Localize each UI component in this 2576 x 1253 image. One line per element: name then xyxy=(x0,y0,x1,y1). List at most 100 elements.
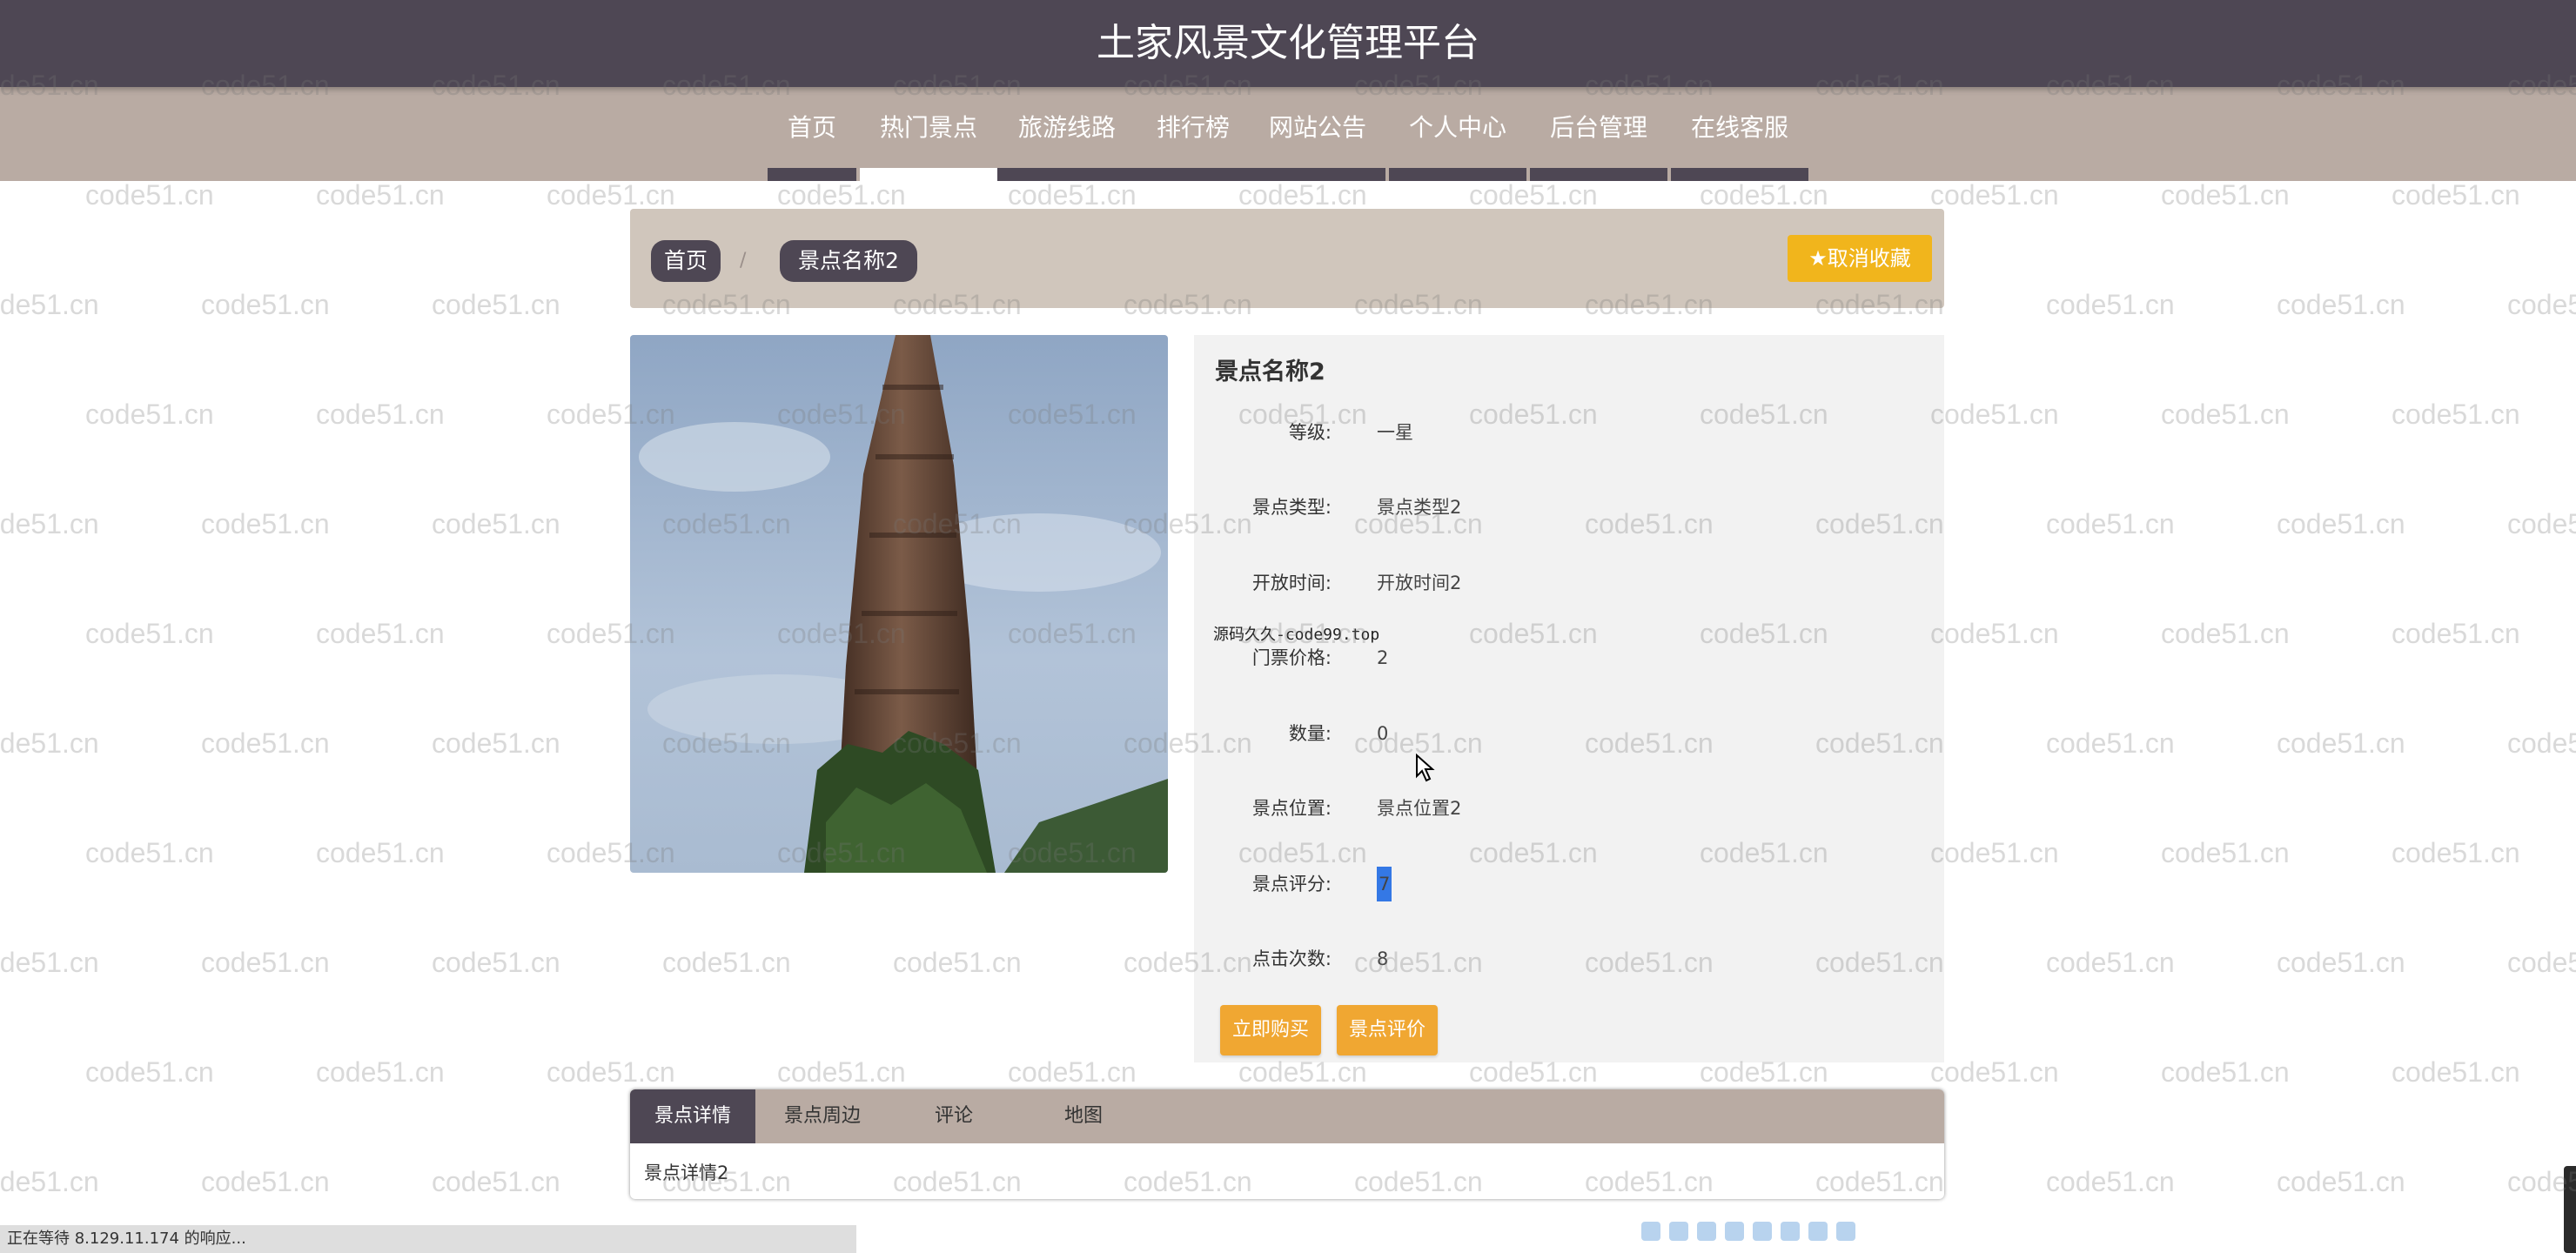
site-title: 土家风景文化管理平台 xyxy=(1097,21,1479,65)
field-quantity-label: 数量: xyxy=(1288,723,1332,744)
breadcrumb-home-link[interactable]: 首页 xyxy=(651,240,721,282)
nav-item-routes[interactable]: 旅游线路 xyxy=(997,87,1137,181)
watermark-text: code51.cn xyxy=(432,727,560,759)
watermark-text: code51.cn xyxy=(0,508,99,539)
browser-status-bar: 正在等待 8.129.11.174 的响应... xyxy=(0,1225,856,1253)
breadcrumb-separator: / xyxy=(740,250,747,271)
watermark-text: code51.cn xyxy=(316,837,445,868)
watermark-text: code51.cn xyxy=(1008,1056,1137,1088)
watermark-text: code51.cn xyxy=(316,1056,445,1088)
nav-item-ranking[interactable]: 排行榜 xyxy=(1137,87,1250,181)
watermark-text: code51.cn xyxy=(201,1166,330,1197)
field-type-value: 景点类型2 xyxy=(1377,497,1462,518)
watermark-text: code51.cn xyxy=(2277,727,2405,759)
watermark-text: code51.cn xyxy=(1930,179,2059,211)
keyboard-icon[interactable] xyxy=(1753,1222,1772,1241)
watermark-text: code51.cn xyxy=(0,289,99,320)
gear-icon[interactable] xyxy=(1836,1222,1855,1241)
buy-now-button[interactable]: 立即购买 xyxy=(1220,1005,1321,1055)
side-widget-handle[interactable] xyxy=(2564,1166,2576,1253)
site-header: 土家风景文化管理平台 xyxy=(0,0,2576,87)
watermark-text: code51.cn xyxy=(85,1056,214,1088)
field-level-label: 等级: xyxy=(1288,422,1332,443)
watermark-text: code51.cn xyxy=(2161,1056,2290,1088)
emoji-icon[interactable] xyxy=(1725,1222,1744,1241)
watermark-text: code51.cn xyxy=(201,727,330,759)
nav-item-announcements[interactable]: 网站公告 xyxy=(1250,87,1385,181)
field-location: 景点位置: 景点位置2 xyxy=(1194,791,1944,826)
watermark-text: code51.cn xyxy=(662,947,791,978)
tab-comments[interactable]: 评论 xyxy=(889,1089,1018,1143)
breadcrumb-current: 景点名称2 xyxy=(780,240,917,282)
moon-icon[interactable] xyxy=(1697,1222,1716,1241)
review-button[interactable]: 景点评价 xyxy=(1337,1005,1438,1055)
mouse-cursor-icon xyxy=(1415,753,1436,787)
attraction-photo xyxy=(630,335,1168,873)
nav-item-customer-service[interactable]: 在线客服 xyxy=(1671,87,1808,181)
nav-item-personal-center[interactable]: 个人中心 xyxy=(1389,87,1526,181)
watermark-text: code51.cn xyxy=(893,947,1022,978)
nav-item-hot-spots[interactable]: 热门景点 xyxy=(860,87,997,181)
watermark-text: code51.cn xyxy=(1469,179,1598,211)
attraction-name: 景点名称2 xyxy=(1215,358,1325,385)
watermark-text: code51.cn xyxy=(201,289,330,320)
nav-item-home[interactable]: 首页 xyxy=(768,87,856,181)
watermark-text: code51.cn xyxy=(316,618,445,649)
tab-nearby[interactable]: 景点周边 xyxy=(755,1089,889,1143)
field-rating-label: 景点评分: xyxy=(1251,874,1332,895)
tab-details[interactable]: 景点详情 xyxy=(630,1089,755,1143)
attraction-info-panel: 景点名称2 等级: 一星 景点类型: 景点类型2 开放时间: 开放时间2 源码久… xyxy=(1194,335,1944,1062)
watermark-text: code51.cn xyxy=(85,399,214,430)
tab-map[interactable]: 地图 xyxy=(1018,1089,1149,1143)
star-icon: ★ xyxy=(1808,246,1828,271)
watermark-text: code51.cn xyxy=(2046,727,2175,759)
watermark-text: code51.cn xyxy=(2046,289,2175,320)
watermark-text: code51.cn xyxy=(2392,618,2520,649)
watermark-text: code51.cn xyxy=(777,1056,906,1088)
field-quantity: 数量: 0 xyxy=(1194,716,1944,751)
tab-bar: 景点详情 景点周边 评论 地图 xyxy=(630,1089,1944,1143)
watermark-text: code51.cn xyxy=(2277,289,2405,320)
lang-icon[interactable] xyxy=(1669,1222,1688,1241)
field-open-time-value: 开放时间2 xyxy=(1377,573,1462,593)
watermark-text: code51.cn xyxy=(432,289,560,320)
unfavorite-button[interactable]: ★取消收藏 xyxy=(1788,235,1932,282)
field-location-value: 景点位置2 xyxy=(1377,798,1462,819)
watermark-text: code51.cn xyxy=(2392,837,2520,868)
watermark-text: code51.cn xyxy=(2392,1056,2520,1088)
watermark-text: code51.cn xyxy=(201,508,330,539)
watermark-text: code51.cn xyxy=(0,947,99,978)
field-level-value: 一星 xyxy=(1377,422,1413,443)
shirt-icon[interactable] xyxy=(1808,1222,1828,1241)
watermark-text: code51.cn xyxy=(2507,289,2576,320)
watermark-text: code51.cn xyxy=(547,1056,675,1088)
field-type: 景点类型: 景点类型2 xyxy=(1194,490,1944,525)
watermark-text: code51.cn xyxy=(1930,837,2059,868)
field-clicks-label: 点击次数: xyxy=(1251,948,1332,969)
watermark-text: code51.cn xyxy=(432,508,560,539)
field-open-time-label: 开放时间: xyxy=(1251,573,1332,593)
watermark-text: code51.cn xyxy=(85,179,214,211)
field-clicks-value: 8 xyxy=(1377,948,1389,969)
watermark-text: code51.cn xyxy=(0,727,99,759)
watermark-text: code51.cn xyxy=(547,179,675,211)
watermark-text: code51.cn xyxy=(2507,947,2576,978)
watermark-text: code51.cn xyxy=(432,947,560,978)
watermark-text: code51.cn xyxy=(432,1166,560,1197)
watermark-text: code51.cn xyxy=(0,1166,99,1197)
field-ticket-price: 门票价格: 2 xyxy=(1194,640,1944,675)
watermark-text: code51.cn xyxy=(85,618,214,649)
field-rating-value: 7 xyxy=(1377,867,1392,901)
ime-icon[interactable] xyxy=(1641,1222,1660,1241)
settings-icon[interactable] xyxy=(1781,1222,1800,1241)
watermark-text: code51.cn xyxy=(1930,1056,2059,1088)
watermark-text: code51.cn xyxy=(1700,179,1828,211)
field-location-label: 景点位置: xyxy=(1251,798,1332,819)
watermark-text: code51.cn xyxy=(1930,618,2059,649)
watermark-text: code51.cn xyxy=(2161,179,2290,211)
watermark-text: code51.cn xyxy=(2161,399,2290,430)
watermark-text: code51.cn xyxy=(1930,399,2059,430)
field-quantity-value: 0 xyxy=(1377,723,1389,744)
nav-item-admin[interactable]: 后台管理 xyxy=(1530,87,1667,181)
watermark-text: code51.cn xyxy=(2392,179,2520,211)
